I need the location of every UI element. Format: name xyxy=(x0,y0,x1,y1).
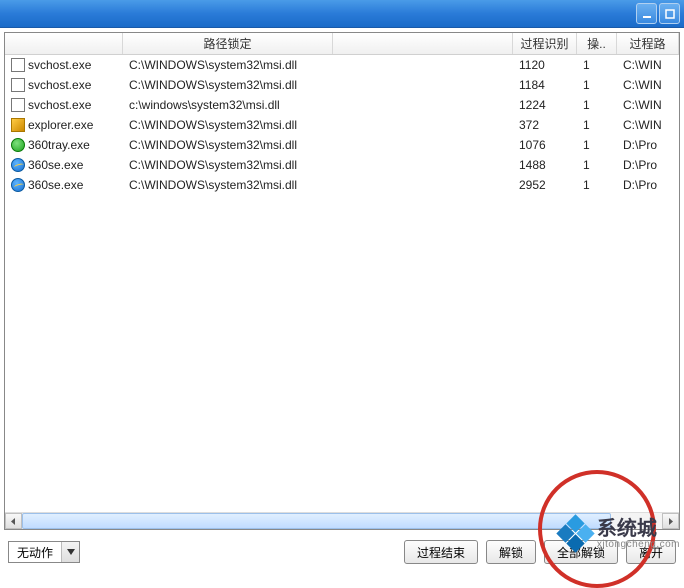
cell-name: svchost.exe xyxy=(5,78,123,92)
scroll-thumb[interactable] xyxy=(22,513,611,529)
list-rows: svchost.exeC:\WINDOWS\system32\msi.dll11… xyxy=(5,55,679,195)
cell-ppath: D:\Pro xyxy=(617,178,679,192)
cell-ppath: C:\WIN xyxy=(617,98,679,112)
cell-ppath: D:\Pro xyxy=(617,138,679,152)
col-header-pid[interactable]: 过程识别 xyxy=(513,33,577,54)
table-row[interactable]: svchost.exe c:\windows\system32\msi.dll12… xyxy=(5,95,679,115)
cell-path: C:\WINDOWS\system32\msi.dll xyxy=(123,118,513,132)
action-select-value: 无动作 xyxy=(9,544,61,561)
process-icon xyxy=(11,158,25,172)
cell-pid: 1184 xyxy=(513,78,577,92)
process-name: explorer.exe xyxy=(28,118,93,132)
cell-op: 1 xyxy=(577,98,617,112)
process-name: 360se.exe xyxy=(28,158,83,172)
cell-ppath: D:\Pro xyxy=(617,158,679,172)
process-icon xyxy=(11,98,25,112)
col-header-spacer[interactable] xyxy=(333,33,513,54)
cell-pid: 2952 xyxy=(513,178,577,192)
process-name: svchost.exe xyxy=(28,78,91,92)
process-icon xyxy=(11,58,25,72)
cell-path: C:\WINDOWS\system32\msi.dll xyxy=(123,138,513,152)
cell-path: C:\WINDOWS\system32\msi.dll xyxy=(123,158,513,172)
maximize-icon xyxy=(665,9,675,19)
cell-name: svchost.exe xyxy=(5,98,123,112)
titlebar xyxy=(0,0,684,28)
cell-name: explorer.exe xyxy=(5,118,123,132)
cell-pid: 372 xyxy=(513,118,577,132)
process-listview[interactable]: 路径锁定 过程识别 操.. 过程路 svchost.exe C:\WINDOWS\… xyxy=(5,33,679,512)
cell-op: 1 xyxy=(577,178,617,192)
cell-op: 1 xyxy=(577,158,617,172)
chevron-left-icon xyxy=(10,518,17,525)
cell-op: 1 xyxy=(577,138,617,152)
col-header-name[interactable] xyxy=(5,33,123,54)
end-process-button[interactable]: 过程结束 xyxy=(404,540,478,564)
cell-pid: 1488 xyxy=(513,158,577,172)
cell-path: C:\WINDOWS\system32\msi.dll xyxy=(123,58,513,72)
cell-op: 1 xyxy=(577,78,617,92)
cell-path: C:\WINDOWS\system32\msi.dll xyxy=(123,78,513,92)
cell-ppath: C:\WIN xyxy=(617,78,679,92)
minimize-button[interactable] xyxy=(636,3,657,24)
scroll-track[interactable] xyxy=(22,513,662,529)
process-name: 360tray.exe xyxy=(28,138,90,152)
process-name: svchost.exe xyxy=(28,98,91,112)
table-row[interactable]: 360se.exe C:\WINDOWS\system32\msi.dll2952… xyxy=(5,175,679,195)
horizontal-scrollbar[interactable] xyxy=(5,512,679,529)
cell-path: c:\windows\system32\msi.dll xyxy=(123,98,513,112)
cell-name: svchost.exe xyxy=(5,58,123,72)
minimize-icon xyxy=(642,9,652,19)
cell-op: 1 xyxy=(577,58,617,72)
cell-path: C:\WINDOWS\system32\msi.dll xyxy=(123,178,513,192)
list-header[interactable]: 路径锁定 过程识别 操.. 过程路 xyxy=(5,33,679,55)
unlock-all-button[interactable]: 全部解锁 xyxy=(544,540,618,564)
process-icon xyxy=(11,138,25,152)
list-panel: 路径锁定 过程识别 操.. 过程路 svchost.exe C:\WINDOWS\… xyxy=(4,32,680,530)
table-row[interactable]: svchost.exeC:\WINDOWS\system32\msi.dll11… xyxy=(5,55,679,75)
cell-name: 360se.exe xyxy=(5,178,123,192)
col-header-op[interactable]: 操.. xyxy=(577,33,617,54)
cell-pid: 1120 xyxy=(513,58,577,72)
scroll-right-button[interactable] xyxy=(662,513,679,529)
cell-ppath: C:\WIN xyxy=(617,118,679,132)
chevron-right-icon xyxy=(667,518,674,525)
col-header-ppath[interactable]: 过程路 xyxy=(617,33,679,54)
table-row[interactable]: 360tray.exe C:\WINDOWS\system32\msi.dll10… xyxy=(5,135,679,155)
bottom-toolbar: 无动作 过程结束 解锁 全部解锁 离开 xyxy=(0,534,684,564)
table-row[interactable]: svchost.exeC:\WINDOWS\system32\msi.dll11… xyxy=(5,75,679,95)
maximize-button[interactable] xyxy=(659,3,680,24)
unlock-button[interactable]: 解锁 xyxy=(486,540,536,564)
cell-pid: 1076 xyxy=(513,138,577,152)
leave-button[interactable]: 离开 xyxy=(626,540,676,564)
process-icon xyxy=(11,118,25,132)
cell-name: 360tray.exe xyxy=(5,138,123,152)
cell-name: 360se.exe xyxy=(5,158,123,172)
scroll-left-button[interactable] xyxy=(5,513,22,529)
process-name: svchost.exe xyxy=(28,58,91,72)
col-header-path[interactable]: 路径锁定 xyxy=(123,33,333,54)
action-select[interactable]: 无动作 xyxy=(8,541,80,563)
process-icon xyxy=(11,78,25,92)
table-row[interactable]: explorer.exe C:\WINDOWS\system32\msi.dll3… xyxy=(5,115,679,135)
process-name: 360se.exe xyxy=(28,178,83,192)
cell-ppath: C:\WIN xyxy=(617,58,679,72)
chevron-down-icon xyxy=(61,542,79,562)
cell-pid: 1224 xyxy=(513,98,577,112)
table-row[interactable]: 360se.exe C:\WINDOWS\system32\msi.dll1488… xyxy=(5,155,679,175)
process-icon xyxy=(11,178,25,192)
cell-op: 1 xyxy=(577,118,617,132)
